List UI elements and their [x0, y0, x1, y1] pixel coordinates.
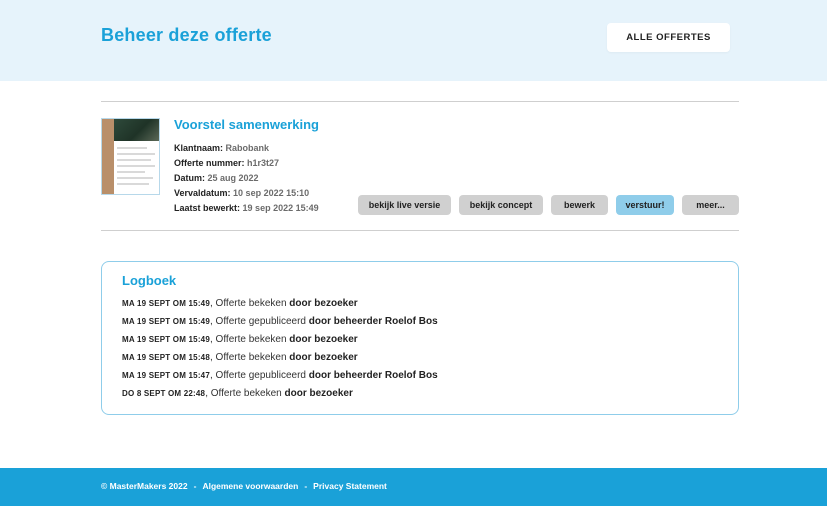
thumbnail-text-line — [117, 147, 147, 149]
log-title: Logboek — [122, 273, 177, 288]
thumbnail-text-line — [117, 165, 155, 167]
divider — [101, 101, 739, 102]
log-entry-date: MA 19 SEPT OM 15:49 — [122, 317, 210, 326]
offer-thumbnail[interactable] — [101, 118, 160, 195]
footer-separator: - — [304, 481, 308, 491]
log-entry-date: MA 19 SEPT OM 15:49 — [122, 335, 210, 344]
meta-label: Laatst bewerkt: — [174, 203, 241, 213]
meta-label: Vervaldatum: — [174, 188, 231, 198]
meta-client: Klantnaam: Rabobank — [174, 143, 269, 153]
send-button[interactable]: verstuur! — [616, 195, 674, 215]
thumbnail-text-line — [117, 159, 151, 161]
view-live-version-button[interactable]: bekijk live versie — [358, 195, 451, 215]
log-entry-date: DO 8 SEPT OM 22:48 — [122, 389, 206, 398]
log-entry-action: , Offerte gepubliceerd — [209, 316, 309, 327]
footer-privacy-link[interactable]: Privacy Statement — [313, 481, 387, 491]
thumbnail-cover-image — [114, 119, 159, 141]
offer-title[interactable]: Voorstel samenwerking — [174, 117, 319, 132]
divider — [101, 230, 739, 231]
thumbnail-side-strip — [102, 119, 114, 194]
thumbnail-text-line — [117, 177, 153, 179]
log-entry: MA 19 SEPT OM 15:49, Offerte bekeken doo… — [122, 298, 358, 309]
log-entry: MA 19 SEPT OM 15:49, Offerte gepubliceer… — [122, 316, 438, 327]
page-footer: © MasterMakers 2022- Algemene voorwaarden… — [0, 468, 827, 506]
log-entry-date: MA 19 SEPT OM 15:47 — [122, 371, 210, 380]
log-entry-action: , Offerte bekeken — [209, 298, 290, 309]
thumbnail-text-line — [117, 183, 149, 185]
thumbnail-text-line — [117, 171, 145, 173]
meta-expiry-date: Vervaldatum: 10 sep 2022 15:10 — [174, 188, 309, 198]
log-entry-action: , Offerte bekeken — [205, 388, 285, 399]
meta-value: Rabobank — [225, 143, 270, 153]
page-header: Beheer deze offerte ALLE OFFERTES — [0, 0, 827, 81]
meta-value: 25 aug 2022 — [207, 173, 259, 183]
log-entry-date: MA 19 SEPT OM 15:49 — [122, 299, 210, 308]
all-offers-button[interactable]: ALLE OFFERTES — [607, 23, 730, 52]
meta-last-edited: Laatst bewerkt: 19 sep 2022 15:49 — [174, 203, 319, 213]
footer-terms-link[interactable]: Algemene voorwaarden — [202, 481, 298, 491]
meta-value: 10 sep 2022 15:10 — [233, 188, 310, 198]
more-button[interactable]: meer... — [682, 195, 739, 215]
log-entry: DO 8 SEPT OM 22:48, Offerte bekeken door… — [122, 388, 353, 399]
log-entry-action: , Offerte bekeken — [209, 334, 290, 345]
log-entry-action: , Offerte gepubliceerd — [209, 370, 309, 381]
log-entry-actor: door bezoeker — [289, 352, 358, 363]
footer-links: © MasterMakers 2022- Algemene voorwaarden… — [101, 481, 387, 491]
view-concept-button[interactable]: bekijk concept — [459, 195, 543, 215]
log-entry-action: , Offerte bekeken — [209, 352, 290, 363]
log-entry-date: MA 19 SEPT OM 15:48 — [122, 353, 210, 362]
meta-offer-number: Offerte nummer: h1r3t27 — [174, 158, 279, 168]
page-title: Beheer deze offerte — [101, 25, 272, 45]
meta-value: 19 sep 2022 15:49 — [242, 203, 319, 213]
meta-label: Klantnaam: — [174, 143, 224, 153]
footer-separator: - — [193, 481, 197, 491]
log-entry-actor: door bezoeker — [289, 298, 358, 309]
footer-copyright: © MasterMakers 2022 — [101, 481, 188, 491]
log-entry-actor: door bezoeker — [284, 388, 353, 399]
log-entry: MA 19 SEPT OM 15:48, Offerte bekeken doo… — [122, 352, 358, 363]
edit-button[interactable]: bewerk — [551, 195, 608, 215]
thumbnail-text-line — [117, 153, 155, 155]
meta-value: h1r3t27 — [247, 158, 280, 168]
log-entry-actor: door beheerder Roelof Bos — [308, 316, 438, 327]
meta-label: Offerte nummer: — [174, 158, 245, 168]
log-panel: Logboek MA 19 SEPT OM 15:49, Offerte bek… — [101, 261, 739, 415]
meta-label: Datum: — [174, 173, 205, 183]
log-entry: MA 19 SEPT OM 15:47, Offerte gepubliceer… — [122, 370, 438, 381]
log-entry-actor: door bezoeker — [289, 334, 358, 345]
log-entry-actor: door beheerder Roelof Bos — [308, 370, 438, 381]
meta-date: Datum: 25 aug 2022 — [174, 173, 259, 183]
log-entry: MA 19 SEPT OM 15:49, Offerte bekeken doo… — [122, 334, 358, 345]
